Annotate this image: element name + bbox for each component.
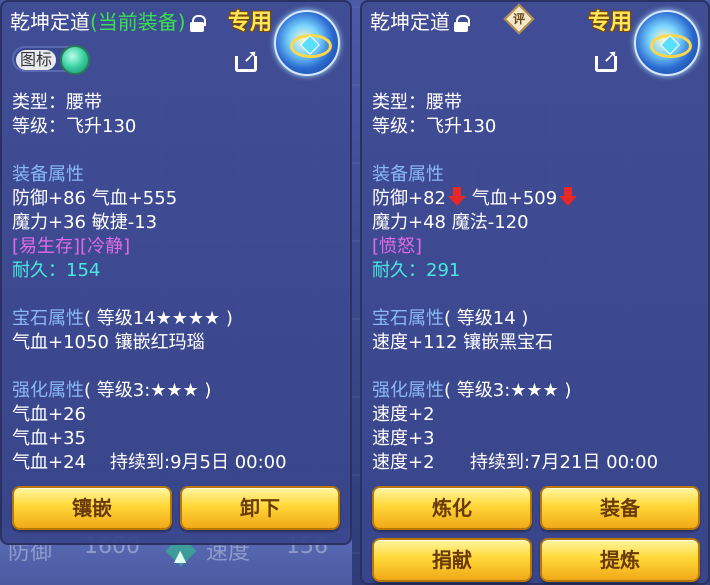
right-details: 类型：腰带 等级：飞升130 装备属性 防御+82 气血+509 魔力+48 魔… — [372, 91, 658, 475]
right-enhance-line-last: 速度+2 持续到:7月21日 00:00 — [372, 451, 658, 475]
donate-button[interactable]: 捐献 — [372, 538, 532, 582]
right-attr-line2: 魔力+48 魔法-120 — [372, 212, 529, 233]
refine-button[interactable]: 炼化 — [372, 486, 532, 530]
left-duration: 持续到:9月5日 00:00 — [110, 452, 287, 473]
icon-toggle[interactable]: 图标 — [12, 45, 90, 75]
extract-button[interactable]: 提炼 — [540, 538, 700, 582]
right-enhance-header: 强化属性 — [372, 380, 444, 401]
belt-item-icon — [634, 10, 700, 76]
toggle-knob-icon — [60, 45, 90, 75]
left-attr-header: 装备属性 — [12, 164, 84, 185]
left-enhance-line: 气血+26 — [12, 404, 86, 425]
share-icon-arrow: ➚ — [603, 46, 619, 67]
review-icon[interactable]: 评 — [503, 3, 535, 35]
right-durability-value: 291 — [426, 260, 461, 281]
left-equipped-tag: (当前装备) — [90, 10, 186, 34]
footer-arrow-icon: ▲ — [174, 546, 187, 565]
share-icon[interactable]: ➚ — [235, 48, 265, 72]
right-durability-label: 耐久： — [372, 260, 426, 281]
compare-item-panel: 乾坤定道 评 专用 ➚ 类型：腰带 等级：飞升130 装备属性 防御+82 气血… — [360, 0, 710, 585]
icon-toggle-label: 图标 — [16, 50, 57, 70]
left-attr-line1: 防御+86 气血+555 — [12, 188, 178, 209]
right-attr-line1: 防御+82 气血+509 — [372, 187, 578, 211]
down-arrow-icon — [448, 187, 466, 207]
left-exclusive-badge: 专用 — [228, 10, 273, 35]
right-item-name: 乾坤定道 — [370, 10, 450, 34]
left-special-effects: [易生存][冷静] — [12, 236, 131, 257]
right-enhance-line: 速度+2 — [372, 404, 435, 425]
unequip-button[interactable]: 卸下 — [180, 486, 340, 530]
right-type: 类型：腰带 — [372, 92, 462, 113]
left-details: 类型：腰带 等级：飞升130 装备属性 防御+86 气血+555 魔力+36 敏… — [12, 91, 287, 475]
review-label: 评 — [512, 12, 525, 26]
right-hp: 气血+509 — [471, 188, 558, 209]
left-attr-line2: 魔力+36 敏捷-13 — [12, 212, 158, 233]
right-durability: 耐久：291 — [372, 259, 577, 283]
right-defense: 防御+82 — [372, 188, 446, 209]
left-durability-label: 耐久： — [12, 260, 66, 281]
right-special-effects: [愤怒] — [372, 236, 423, 257]
left-item-name: 乾坤定道 — [10, 10, 90, 34]
left-gem-line: 气血+1050 镶嵌红玛瑙 — [12, 332, 205, 353]
left-durability: 耐久：154 — [12, 259, 233, 283]
right-duration: 持续到:7月21日 00:00 — [470, 452, 659, 473]
right-level: 等级：飞升130 — [372, 116, 497, 137]
left-level: 等级：飞升130 — [12, 116, 137, 137]
left-durability-value: 154 — [66, 260, 101, 281]
equip-button[interactable]: 装备 — [540, 486, 700, 530]
left-gem-header-row: 宝石属性( 等级14★★★★ ) — [12, 307, 233, 331]
right-gem-header-row: 宝石属性( 等级14 ) — [372, 307, 577, 331]
equipped-item-panel: 乾坤定道(当前装备) 专用 图标 ➚ 类型：腰带 等级：飞升130 装备属性 防… — [0, 0, 352, 545]
right-title: 乾坤定道 — [370, 6, 470, 35]
right-exclusive-badge: 专用 — [588, 10, 633, 35]
right-gem-header: 宝石属性 — [372, 308, 444, 329]
lock-icon[interactable] — [454, 15, 470, 32]
left-enhance-line-last: 气血+24 持续到:9月5日 00:00 — [12, 451, 287, 475]
inlay-button[interactable]: 镶嵌 — [12, 486, 172, 530]
right-enhance-header-row: 强化属性( 等级3:★★★ ) — [372, 379, 577, 403]
left-type: 类型：腰带 — [12, 92, 102, 113]
left-gem-level: ( 等级14★★★★ ) — [84, 308, 233, 329]
left-enhance-line: 气血+24 — [12, 452, 86, 473]
share-icon[interactable]: ➚ — [595, 48, 625, 72]
right-gem-level: ( 等级14 ) — [444, 308, 529, 329]
left-title: 乾坤定道(当前装备) — [10, 6, 206, 35]
belt-item-icon — [274, 10, 340, 76]
right-enhance-level: ( 等级3:★★★ ) — [444, 380, 572, 401]
left-gem-header: 宝石属性 — [12, 308, 84, 329]
share-icon-arrow: ➚ — [243, 46, 259, 67]
lock-icon[interactable] — [189, 15, 206, 32]
down-arrow-icon — [559, 187, 578, 207]
left-enhance-header: 强化属性 — [12, 380, 84, 401]
right-enhance-line: 速度+2 — [372, 452, 435, 473]
right-gem-line: 速度+112 镶嵌黑宝石 — [372, 332, 554, 353]
right-enhance-line: 速度+3 — [372, 428, 435, 449]
left-enhance-level: ( 等级3:★★★ ) — [84, 380, 212, 401]
right-attr-header: 装备属性 — [372, 164, 444, 185]
left-enhance-line: 气血+35 — [12, 428, 86, 449]
left-enhance-header-row: 强化属性( 等级3:★★★ ) — [12, 379, 233, 403]
